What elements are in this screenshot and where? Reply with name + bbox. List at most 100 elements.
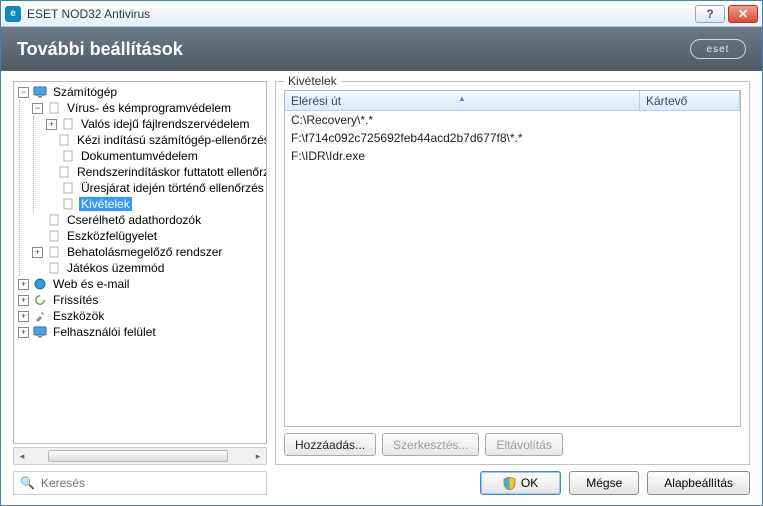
table-row[interactable]: C:\Recovery\*.* [285, 111, 740, 129]
remove-button[interactable]: Eltávolítás [485, 433, 562, 456]
expand-icon[interactable]: + [18, 327, 29, 338]
tree-label: Kézi indítású számítógép-ellenőrzés [75, 133, 266, 147]
tree-node-update[interactable]: + Frissítés [14, 292, 266, 308]
expand-icon[interactable]: + [18, 311, 29, 322]
scroll-left-icon[interactable]: ◂ [14, 448, 30, 464]
tree-label: Játékos üzemmód [65, 261, 166, 275]
column-label: Kártevő [646, 94, 687, 108]
tree-label: Felhasználói felület [51, 325, 158, 339]
button-label: Alapbeállítás [664, 476, 733, 490]
panel-buttons: Hozzáadás... Szerkesztés... Eltávolítás [284, 433, 741, 456]
scroll-thumb[interactable] [48, 450, 228, 462]
tree-node-removable[interactable]: Cserélhető adathordozók [28, 212, 266, 228]
settings-tree[interactable]: − Számítógép − Víru [13, 81, 267, 444]
monitor-icon [32, 85, 48, 99]
footer: 🔍 OK Mégse Alapbeállítás [1, 465, 762, 505]
cancel-button[interactable]: Mégse [569, 471, 639, 495]
tree-node-web-email[interactable]: + Web és e-mail [14, 276, 266, 292]
doc-icon [60, 197, 76, 211]
tree-label: Frissítés [51, 293, 100, 307]
window: e ESET NOD32 Antivirus ? ✕ További beáll… [0, 0, 763, 506]
doc-icon [46, 213, 62, 227]
app-icon: e [5, 6, 21, 22]
tree-label: Web és e-mail [51, 277, 131, 291]
table-row[interactable]: F:\IDR\Idr.exe [285, 147, 740, 165]
tree-label: Dokumentumvédelem [79, 149, 200, 163]
expand-icon[interactable]: + [46, 119, 57, 130]
tree-node-startup-scan[interactable]: Rendszerindításkor futtatott ellenőrzés [42, 164, 266, 180]
tree-node-gamer[interactable]: Játékos üzemmód [28, 260, 266, 276]
globe-icon [32, 277, 48, 291]
tree-node-doc-protection[interactable]: Dokumentumvédelem [42, 148, 266, 164]
close-button[interactable]: ✕ [728, 5, 758, 23]
left-column: − Számítógép − Víru [13, 81, 267, 465]
tree-hscrollbar[interactable]: ◂ ▸ [13, 447, 267, 465]
expand-icon[interactable]: + [18, 295, 29, 306]
doc-icon [60, 181, 76, 195]
edit-button[interactable]: Szerkesztés... [382, 433, 479, 456]
titlebar: e ESET NOD32 Antivirus ? ✕ [1, 1, 762, 27]
expand-icon[interactable]: + [32, 247, 43, 258]
doc-icon [60, 117, 76, 131]
exclusions-grid[interactable]: ▲ Elérési út Kártevő C:\Recovery\*.* F:\… [284, 90, 741, 427]
tree-node-hips[interactable]: + Behatolásmegelőző rendszer [28, 244, 266, 260]
add-button[interactable]: Hozzáadás... [284, 433, 376, 456]
doc-icon [56, 165, 72, 179]
collapse-icon[interactable]: − [32, 103, 43, 114]
group-legend: Kivételek [284, 74, 341, 88]
tree-label: Üresjárat idején történő ellenőrzés [79, 181, 266, 195]
doc-icon [46, 229, 62, 243]
collapse-icon[interactable]: − [18, 87, 29, 98]
grid-header: ▲ Elérési út Kártevő [285, 91, 740, 111]
column-label: Elérési út [291, 94, 341, 108]
tree-node-realtime[interactable]: +Valós idejű fájlrendszervédelem [42, 116, 266, 132]
button-label: OK [521, 476, 538, 490]
tree-node-tools[interactable]: + Eszközök [14, 308, 266, 324]
doc-icon [46, 245, 62, 259]
tree-node-virus[interactable]: − Vírus- és kémprogramvédelem [28, 100, 266, 116]
grid-body[interactable]: C:\Recovery\*.* F:\f714c092c725692feb44a… [285, 111, 740, 426]
shield-icon [503, 477, 516, 490]
tree-label: Eszközfelügyelet [65, 229, 159, 243]
tree-label: Vírus- és kémprogramvédelem [65, 101, 233, 115]
tree-node-idle-scan[interactable]: Üresjárat idején történő ellenőrzés [42, 180, 266, 196]
page-title: További beállítások [17, 39, 690, 60]
tools-icon [32, 309, 48, 323]
brand-logo: eset [690, 39, 746, 59]
search-box[interactable]: 🔍 [13, 471, 267, 495]
main-area: − Számítógép − Víru [1, 71, 762, 465]
tree-label: Eszközök [51, 309, 106, 323]
tree-node-ui[interactable]: + Felhasználói felület [14, 324, 266, 340]
window-title: ESET NOD32 Antivirus [27, 7, 692, 21]
tree-node-device[interactable]: Eszközfelügyelet [28, 228, 266, 244]
header-band: További beállítások eset [1, 27, 762, 71]
search-icon: 🔍 [20, 476, 35, 490]
tree-label: Kivételek [79, 197, 132, 211]
tree-node-exclusions[interactable]: Kivételek [42, 196, 266, 212]
doc-icon [46, 101, 62, 115]
table-row[interactable]: F:\f714c092c725692feb44acd2b7d677f8\*.* [285, 129, 740, 147]
column-threat[interactable]: Kártevő [640, 91, 740, 110]
doc-icon [56, 133, 72, 147]
refresh-icon [32, 293, 48, 307]
doc-icon [46, 261, 62, 275]
tree-label: Számítógép [51, 85, 119, 99]
monitor-icon [32, 325, 48, 339]
right-column: Kivételek ▲ Elérési út Kártevő C:\Recove… [275, 81, 750, 465]
tree-label: Cserélhető adathordozók [65, 213, 203, 227]
column-path[interactable]: ▲ Elérési út [285, 91, 640, 110]
search-input[interactable] [41, 476, 260, 490]
button-label: Mégse [586, 476, 622, 490]
doc-icon [60, 149, 76, 163]
tree-label: Rendszerindításkor futtatott ellenőrzés [75, 165, 266, 179]
ok-button[interactable]: OK [480, 471, 561, 495]
tree-label: Behatolásmegelőző rendszer [65, 245, 224, 259]
help-button[interactable]: ? [695, 5, 725, 23]
default-button[interactable]: Alapbeállítás [647, 471, 750, 495]
scroll-right-icon[interactable]: ▸ [250, 448, 266, 464]
exclusions-group: Kivételek ▲ Elérési út Kártevő C:\Recove… [275, 81, 750, 465]
expand-icon[interactable]: + [18, 279, 29, 290]
tree-node-computer[interactable]: − Számítógép [14, 84, 266, 100]
sort-asc-icon: ▲ [458, 94, 466, 103]
tree-node-manual-scan[interactable]: Kézi indítású számítógép-ellenőrzés [42, 132, 266, 148]
